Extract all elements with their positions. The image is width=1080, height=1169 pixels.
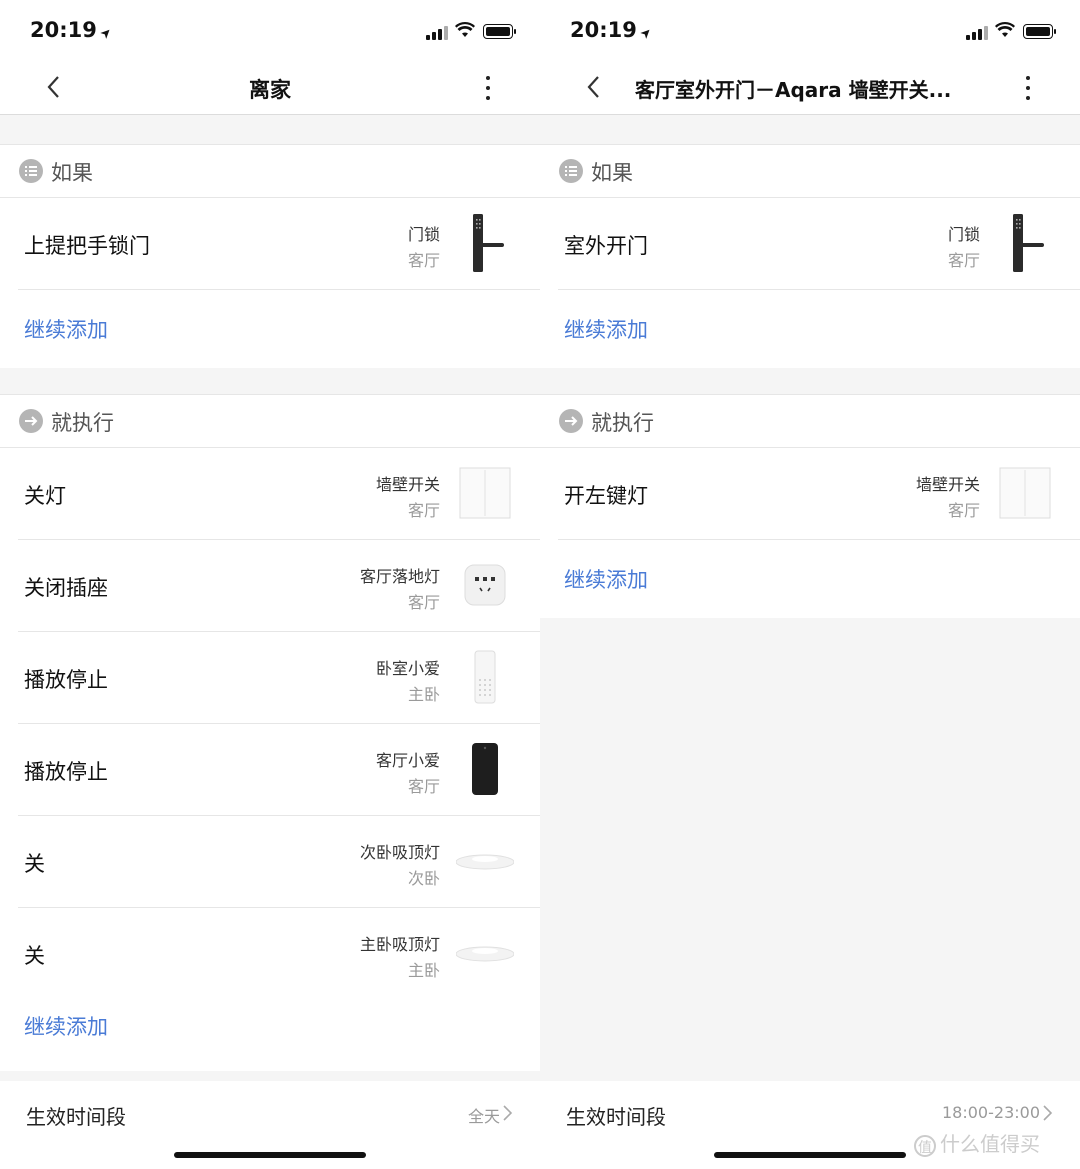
watermark: 值什么值得买 [914, 1128, 1040, 1157]
cellular-signal-icon [426, 24, 448, 40]
status-bar: 20:19➤ [540, 0, 1080, 62]
active-time-label: 生效时间段 [26, 1105, 126, 1129]
back-chevron-icon[interactable] [580, 72, 610, 102]
action-row[interactable]: 开左键灯 墙壁开关 客厅 [558, 448, 1080, 540]
then-section: 就执行 开左键灯 墙壁开关 客厅 继续添加 [540, 394, 1080, 618]
condition-row[interactable]: 上提把手锁门 门锁 客厅 [18, 198, 540, 290]
status-time: 20:19➤ [30, 18, 116, 43]
white-speaker-icon [474, 650, 496, 704]
then-section-header: 就执行 [540, 394, 1080, 448]
action-row[interactable]: 关 主卧吸顶灯 主卧 [18, 908, 540, 999]
wall-switch-icon [999, 467, 1051, 519]
active-time-label: 生效时间段 [566, 1105, 666, 1129]
list-icon [559, 159, 583, 183]
smart-plug-icon [464, 564, 506, 606]
more-menu-icon[interactable] [1018, 74, 1038, 102]
door-lock-icon [473, 214, 504, 272]
home-indicator [714, 1152, 906, 1158]
home-indicator [174, 1152, 366, 1158]
nav-bar: 离家 [0, 62, 540, 115]
location-arrow-icon: ➤ [637, 24, 656, 43]
status-time: 20:19➤ [570, 18, 656, 43]
door-lock-icon [1013, 214, 1044, 272]
action-row[interactable]: 播放停止 卧室小爱 主卧 [18, 632, 540, 724]
add-action-link[interactable]: 继续添加 [558, 540, 1080, 618]
chevron-right-icon [1043, 1105, 1053, 1121]
add-condition-link[interactable]: 继续添加 [558, 290, 1080, 368]
then-section-title: 就执行 [51, 411, 114, 435]
row-action: 上提把手锁门 [24, 234, 150, 258]
action-row[interactable]: 关灯 墙壁开关 客厅 [18, 448, 540, 540]
if-section: 如果 室外开门 门锁 客厅 继续添加 [540, 144, 1080, 368]
active-time-value: 18:00-23:00 [942, 1103, 1040, 1122]
arrow-right-icon [559, 409, 583, 433]
cellular-signal-icon [966, 24, 988, 40]
action-row[interactable]: 关闭插座 客厅落地灯 客厅 [18, 540, 540, 632]
nav-bar: 客厅室外开门－Aqara 墙壁开关... [540, 62, 1080, 115]
if-section-header: 如果 [0, 144, 540, 198]
battery-icon [1023, 24, 1056, 39]
chevron-right-icon [503, 1105, 513, 1121]
ceiling-light-icon [456, 946, 514, 962]
back-chevron-icon[interactable] [40, 72, 70, 102]
then-section-header: 就执行 [0, 394, 540, 448]
black-speaker-icon [472, 743, 498, 795]
active-time-value: 全天 [467, 1107, 500, 1126]
action-row[interactable]: 关 次卧吸顶灯 次卧 [18, 816, 540, 908]
action-row[interactable]: 播放停止 客厅小爱 客厅 [18, 724, 540, 816]
page-title: 客厅室外开门－Aqara 墙壁开关... [635, 78, 952, 102]
row-device: 门锁 客厅 [407, 225, 440, 270]
then-section-title: 就执行 [591, 411, 654, 435]
add-action-link[interactable]: 继续添加 [18, 999, 540, 1071]
battery-icon [483, 24, 516, 39]
more-menu-icon[interactable] [478, 74, 498, 102]
wifi-icon [455, 22, 475, 37]
active-time-row[interactable]: 生效时间段 全天 [0, 1081, 540, 1169]
arrow-right-icon [19, 409, 43, 433]
ceiling-light-icon [456, 854, 514, 870]
list-icon [19, 159, 43, 183]
page-title: 离家 [249, 78, 291, 102]
condition-row[interactable]: 室外开门 门锁 客厅 [558, 198, 1080, 290]
if-section-title: 如果 [591, 161, 633, 185]
watermark-logo-icon: 值 [914, 1134, 936, 1157]
then-section: 就执行 关灯 墙壁开关 客厅 关闭插座 客厅落地灯 客厅 播放停止 卧室小爱 主… [0, 394, 540, 1071]
if-section: 如果 上提把手锁门 门锁 客厅 继续添加 [0, 144, 540, 368]
if-section-title: 如果 [51, 161, 93, 185]
add-condition-link[interactable]: 继续添加 [18, 290, 540, 368]
location-arrow-icon: ➤ [97, 24, 116, 43]
scene-screen-leave-home: 20:19➤ 离家 如果 上提把手锁门 门锁 客厅 继续添加 就执行 关灯 墙壁… [0, 0, 540, 1169]
wifi-icon [995, 22, 1015, 37]
wall-switch-icon [459, 467, 511, 519]
status-bar: 20:19➤ [0, 0, 540, 62]
if-section-header: 如果 [540, 144, 1080, 198]
scene-screen-outdoor-open: 20:19➤ 客厅室外开门－Aqara 墙壁开关... 如果 室外开门 门锁 客… [540, 0, 1080, 1169]
